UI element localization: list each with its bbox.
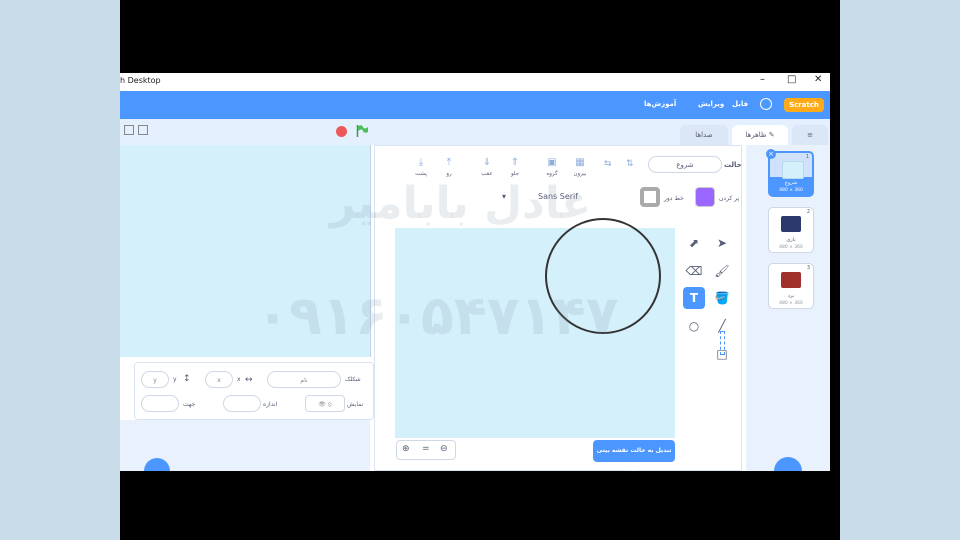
outline-label: خط دور [664,195,684,202]
green-flag-icon[interactable] [356,125,368,137]
brush-icon: 🖌 [714,264,730,278]
rectangle-tool[interactable]: □ [711,343,733,365]
line-tool[interactable]: ╱ [711,315,733,337]
window-title: h Desktop [120,76,161,85]
reshape-tool[interactable]: ⬈ [683,232,705,254]
costume-tile[interactable]: × 1 شروع 480 × 360 [766,149,814,197]
bucket-icon: 🪣 [714,291,730,305]
tab-code[interactable]: ≡ [792,125,828,145]
select-tool[interactable]: ➤ [711,232,733,254]
outline-color-swatch[interactable] [640,187,660,207]
ungroup-button[interactable]: ▦ بیرون [567,157,593,177]
sprite-name-input[interactable]: نام [267,371,341,388]
vertical-arrows-icon: ↕ [183,374,191,384]
direction-input[interactable] [141,395,179,412]
editor-tabs: صداها ظاهرها ✎ ≡ [370,119,830,145]
front-icon: ⤒ [446,157,452,168]
costume-tile[interactable]: 3 برد 480 × 360 [768,263,814,309]
backward-icon: ⇓ [482,157,492,168]
circle-tool[interactable]: ○ [683,315,705,337]
flip-vertical-icon[interactable]: ⇅ [626,159,634,169]
forward-button[interactable]: ⇑ جلو [502,157,528,177]
square-icon: □ [716,347,728,361]
eraser-icon: ⌫ [685,264,703,278]
zoom-out-icon[interactable]: ⊖ [440,444,448,454]
convert-to-bitmap-button[interactable]: تبدیل به حالت نقشه بیتی ▣ [593,440,675,471]
eraser-tool[interactable]: ⌫ [683,260,705,282]
sprite-info-panel: شکلک نام x x ↔ y y ↕ نمایش 👁 ⦸ اندازه جه… [134,362,374,420]
left-backdrop [0,0,120,540]
costume-thumbnail [782,161,804,179]
reshape-icon: ⬈ [688,236,700,250]
file-menu[interactable]: فایل [732,100,748,108]
line-icon: ╱ [718,319,726,333]
circle-icon: ○ [688,319,700,333]
fill-tool[interactable]: 🪣 [711,287,733,309]
costume-name-input[interactable]: شروع [648,156,722,173]
zoom-in-icon[interactable]: ⊕ [402,444,410,454]
back-icon: ⤓ [418,157,424,168]
zoom-controls: ⊕ = ⊖ [396,440,456,460]
fill-color-swatch[interactable] [695,187,715,207]
size-label: اندازه [263,401,278,408]
menu-bar: آموزش‌ها ویرایش فایل Scratch [120,91,830,119]
costume-label: حالت [724,161,742,169]
backward-button[interactable]: ⇓ عقب [474,157,500,177]
tutorials-menu[interactable]: آموزش‌ها [644,100,676,108]
scratch-logo[interactable]: Scratch [784,98,824,112]
language-globe-icon[interactable] [760,98,772,110]
group-icon: ▣ [547,157,557,168]
front-button[interactable]: ⤒ رو [436,157,462,177]
tab-costumes[interactable]: ظاهرها ✎ [732,125,788,145]
zoom-reset-icon[interactable]: = [422,444,430,454]
stage-header [120,119,370,145]
x-input[interactable]: x [205,371,233,388]
watermark-name: عادل بابامیر [330,178,592,229]
visibility-toggle[interactable]: 👁 ⦸ [305,395,345,412]
tab-sounds[interactable]: صداها [680,125,728,145]
costume-thumbnail [781,272,801,288]
horizontal-arrows-icon: ↔ [245,375,253,385]
y-label: y [173,376,177,383]
flip-horizontal-icon[interactable]: ⇆ [604,159,612,169]
title-bar: h Desktop – □ ✕ [120,73,830,91]
y-input[interactable]: y [141,371,169,388]
maximize-button[interactable]: □ [787,74,796,85]
text-icon: T [689,291,699,305]
size-input[interactable] [223,395,261,412]
text-tool[interactable]: T [683,287,705,309]
show-label: نمایش [347,401,364,408]
app-window: h Desktop – □ ✕ آموزش‌ها ویرایش فایل Scr… [120,73,830,471]
costume-tile[interactable]: 2 بازی 480 × 360 [768,207,814,253]
ungroup-icon: ▦ [575,157,585,168]
small-stage-icon[interactable] [124,125,134,135]
edit-menu[interactable]: ویرایش [698,100,724,108]
direction-label: جهت [183,401,196,408]
arrow-icon: ➤ [716,236,728,250]
fill-label: پر کردن [719,195,740,202]
delete-icon[interactable]: × [766,149,776,159]
sprite-label: شکلک [345,376,361,383]
costume-thumbnail [781,216,801,232]
close-button[interactable]: ✕ [814,74,822,85]
forward-icon: ⇑ [510,157,520,168]
watermark-phone: ۰۹۱۶۰۵۴۷۱۴۷ [256,284,619,347]
minimize-button[interactable]: – [760,74,765,85]
normal-stage-icon[interactable] [138,125,148,135]
back-button[interactable]: ⤓ پشت [408,157,434,177]
right-backdrop [840,0,960,540]
x-label: x [237,376,241,383]
brush-tool[interactable]: 🖌 [711,260,733,282]
group-button[interactable]: ▣ گروه [539,157,565,177]
stop-icon[interactable] [336,126,347,137]
